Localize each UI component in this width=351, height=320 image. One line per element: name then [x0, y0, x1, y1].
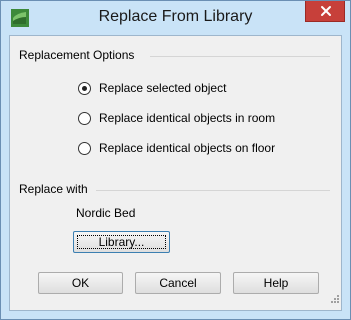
replace-with-divider — [96, 190, 330, 191]
dialog-window: Replace From Library Replacement Options… — [0, 0, 351, 320]
ok-button-label: OK — [71, 276, 90, 290]
dialog-body: Replacement Options Replace selected obj… — [9, 35, 342, 311]
radio-label: Replace identical objects on floor — [99, 141, 276, 155]
library-button[interactable]: Library... — [73, 231, 170, 253]
replacement-options-label: Replacement Options — [19, 48, 135, 62]
radio-button[interactable] — [78, 141, 91, 155]
radio-replace-identical-room[interactable]: Replace identical objects in room — [78, 109, 275, 127]
radio-button-selected[interactable] — [78, 81, 91, 95]
resize-grip-icon[interactable] — [329, 290, 339, 308]
replace-with-label: Replace with — [19, 182, 88, 196]
close-button[interactable] — [305, 1, 345, 22]
title-bar[interactable]: Replace From Library — [1, 1, 350, 35]
help-button-label: Help — [263, 276, 289, 290]
radio-replace-selected[interactable]: Replace selected object — [78, 79, 226, 97]
radio-replace-identical-floor[interactable]: Replace identical objects on floor — [78, 139, 275, 157]
cancel-button-label: Cancel — [159, 276, 197, 290]
help-button[interactable]: Help — [233, 272, 319, 294]
ok-button[interactable]: OK — [38, 272, 123, 294]
window-title: Replace From Library — [98, 8, 253, 25]
radio-button[interactable] — [78, 111, 91, 125]
replacement-object-name: Nordic Bed — [76, 206, 136, 220]
cancel-button[interactable]: Cancel — [135, 272, 221, 294]
replacement-options-divider — [150, 56, 330, 57]
radio-label: Replace selected object — [99, 81, 227, 95]
close-icon — [321, 6, 331, 16]
radio-label: Replace identical objects in room — [99, 111, 276, 125]
